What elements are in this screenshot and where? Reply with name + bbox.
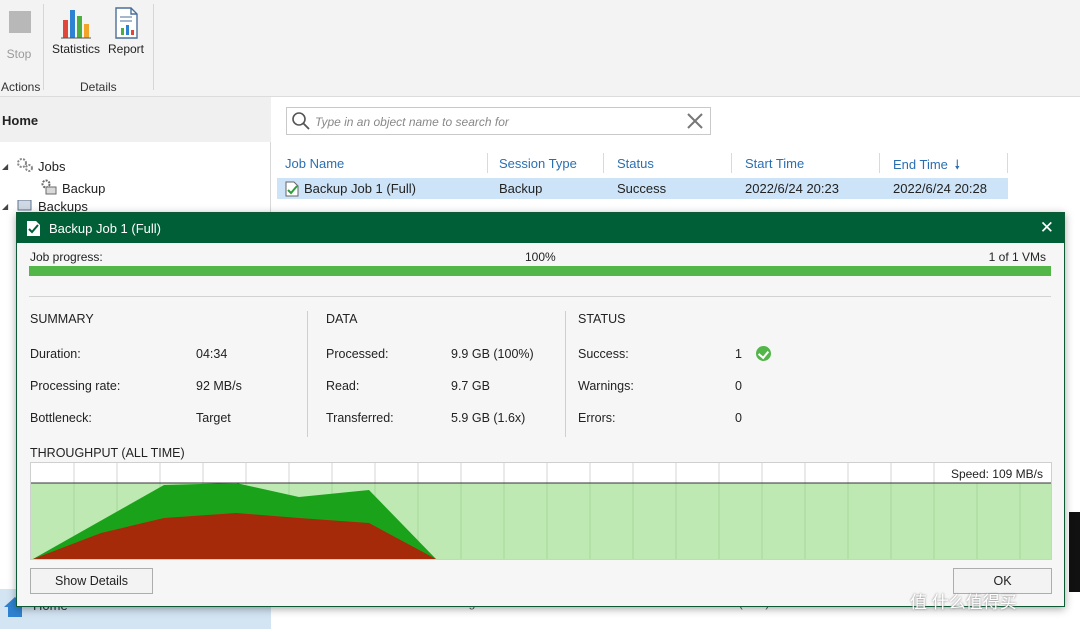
column-header-session-type[interactable]: Session Type	[499, 156, 577, 171]
section-separator	[307, 311, 308, 437]
processed-label: Processed:	[326, 347, 389, 361]
column-separator[interactable]	[1007, 153, 1008, 173]
jobs-label: Jobs	[38, 159, 66, 174]
bottleneck-label: Bottleneck:	[30, 411, 92, 425]
warnings-value: 0	[735, 379, 742, 393]
report-button[interactable]: Report	[106, 6, 146, 56]
divider	[29, 296, 1051, 297]
tree-item-backup[interactable]: Backup	[40, 179, 105, 198]
throughput-chart: Speed: 109 MB/s	[30, 462, 1052, 560]
expand-icon[interactable]: ◢	[2, 162, 12, 171]
throughput-title: THROUGHPUT (ALL TIME)	[30, 446, 185, 460]
backups-label: Backups	[38, 200, 88, 212]
background-panel-edge	[1069, 512, 1080, 592]
success-label: Success:	[578, 347, 629, 361]
processed-value: 9.9 GB (100%)	[451, 347, 534, 361]
dialog-title: Backup Job 1 (Full)	[49, 221, 161, 236]
section-separator	[565, 311, 566, 437]
column-header-end-time-label: End Time	[893, 157, 948, 172]
report-icon	[110, 6, 142, 39]
statistics-button[interactable]: Statistics	[50, 6, 102, 56]
job-progress-percent: 100%	[525, 250, 556, 264]
column-header-start-time[interactable]: Start Time	[745, 156, 804, 171]
backups-icon	[16, 200, 34, 212]
expand-icon[interactable]: ◢	[2, 202, 12, 211]
stop-label: Stop	[6, 47, 32, 61]
column-separator[interactable]	[603, 153, 604, 173]
errors-value: 0	[735, 411, 742, 425]
job-progress-label: Job progress:	[30, 250, 103, 264]
show-details-button[interactable]: Show Details	[30, 568, 153, 594]
column-separator[interactable]	[731, 153, 732, 173]
processing-rate-label: Processing rate:	[30, 379, 121, 393]
throughput-graph	[31, 463, 1051, 559]
group-details-label: Details	[80, 80, 117, 94]
dialog-job-icon	[25, 220, 42, 240]
stop-button[interactable]: Stop	[4, 6, 34, 61]
report-label: Report	[107, 42, 145, 56]
summary-title: SUMMARY	[30, 312, 94, 326]
vms-count: 1 of 1 VMs	[988, 250, 1046, 264]
success-check-icon	[756, 346, 771, 361]
tree-item-jobs[interactable]: ◢ Jobs	[2, 157, 65, 176]
warnings-label: Warnings:	[578, 379, 634, 393]
speed-readout: Speed: 109 MB/s	[950, 467, 1043, 481]
backup-job-icon	[40, 179, 58, 198]
job-success-icon	[284, 181, 300, 200]
job-progress-fill	[29, 266, 1051, 276]
column-header-end-time[interactable]: End Time 🠗	[893, 156, 960, 178]
nav-header: Home	[0, 97, 271, 142]
bottleneck-value: Target	[196, 411, 231, 425]
ribbon-separator	[153, 4, 154, 90]
transferred-value: 5.9 GB (1.6x)	[451, 411, 526, 425]
transferred-label: Transferred:	[326, 411, 394, 425]
watermark: 值 什么值得买	[910, 593, 1017, 612]
job-session-dialog: Backup Job 1 (Full) ✕ Job progress: 100%…	[16, 212, 1065, 607]
close-icon[interactable]: ✕	[1040, 218, 1054, 238]
statistics-label: Statistics	[51, 42, 100, 56]
read-value: 9.7 GB	[451, 379, 490, 393]
search-placeholder: Type in an object name to search for	[315, 115, 509, 129]
ribbon-separator	[43, 4, 44, 90]
search-input[interactable]: Type in an object name to search for	[286, 107, 711, 135]
group-actions-label: Actions	[1, 80, 41, 94]
column-header-status[interactable]: Status	[617, 156, 654, 171]
jobs-icon	[16, 157, 34, 176]
read-label: Read:	[326, 379, 360, 393]
column-header-job-name[interactable]: Job Name	[285, 156, 344, 171]
success-value: 1	[735, 347, 742, 361]
dialog-title-bar[interactable]: Backup Job 1 (Full) ✕	[17, 213, 1064, 243]
column-separator[interactable]	[487, 153, 488, 173]
cell-session-type: Backup	[499, 181, 543, 196]
search-icon	[291, 111, 311, 134]
column-separator[interactable]	[879, 153, 880, 173]
tree-item-backups[interactable]: ◢ Backups	[2, 200, 88, 212]
sort-descending-icon: 🠗	[954, 157, 961, 172]
duration-label: Duration:	[30, 347, 81, 361]
cell-status: Success	[617, 181, 667, 196]
cell-job-name: Backup Job 1 (Full)	[304, 181, 416, 196]
stop-icon	[4, 11, 36, 43]
data-title: DATA	[326, 312, 358, 326]
ribbon: Stop Statistics Report Actions Details	[0, 0, 1080, 97]
job-progress-bar	[29, 266, 1051, 276]
clear-search-icon[interactable]	[686, 112, 704, 133]
cell-end-time: 2022/6/24 20:28	[893, 181, 987, 196]
duration-value: 04:34	[196, 347, 228, 361]
cell-start-time: 2022/6/24 20:23	[745, 181, 839, 196]
processing-rate-value: 92 MB/s	[196, 379, 242, 393]
statistics-icon	[60, 6, 92, 39]
errors-label: Errors:	[578, 411, 616, 425]
status-title: STATUS	[578, 312, 626, 326]
backup-label: Backup	[62, 181, 106, 196]
